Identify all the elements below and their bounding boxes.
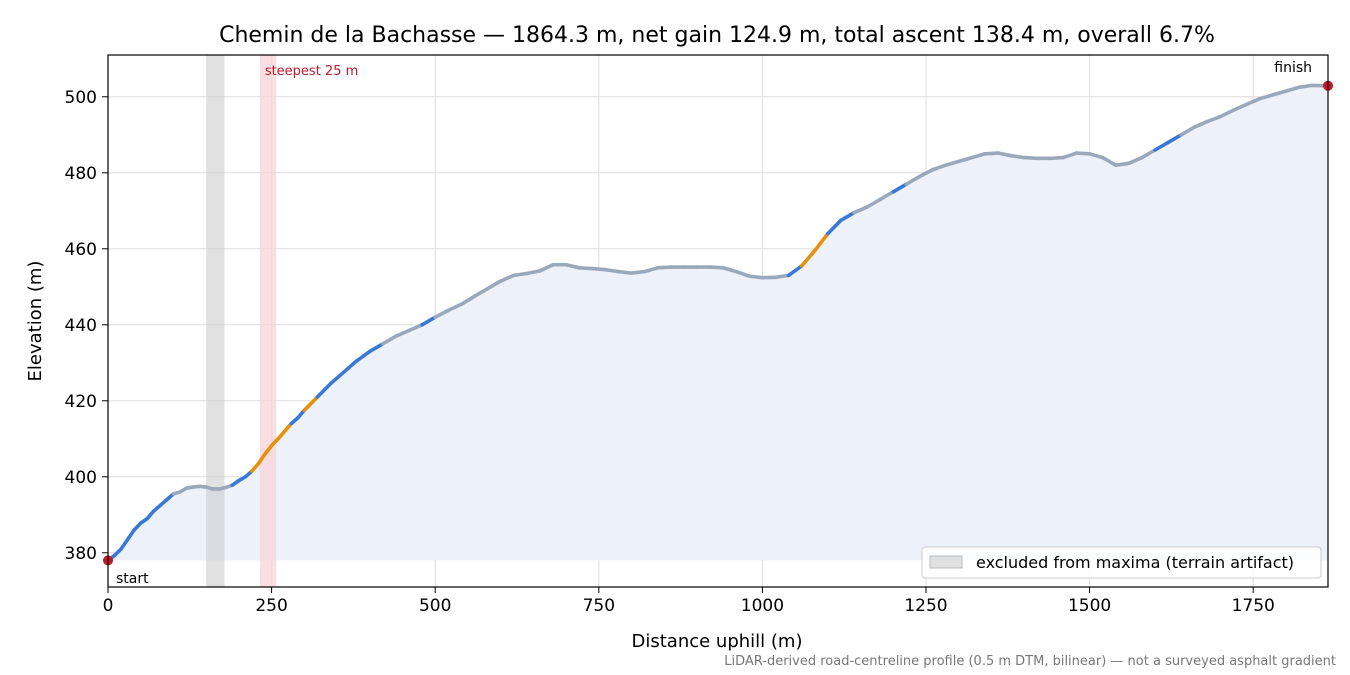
footnote: LiDAR-derived road-centreline profile (0… [724, 654, 1336, 669]
excluded-band [206, 55, 225, 587]
y-tick-label: 420 [65, 392, 97, 412]
x-tick-label: 1000 [741, 596, 784, 616]
y-tick-label: 400 [65, 468, 97, 488]
y-tick-label: 480 [65, 164, 97, 184]
x-tick-label: 1500 [1068, 596, 1111, 616]
profile-segment [616, 269, 634, 275]
profile-segment [773, 273, 791, 280]
profile-segment [983, 151, 1000, 156]
x-tick-label: 250 [255, 596, 287, 616]
plot-area: steepest 25 m start finish [103, 55, 1333, 587]
y-axis-label: Elevation (m) [25, 261, 46, 382]
steepest-band-label: steepest 25 m [265, 64, 358, 79]
x-tick-label: 500 [419, 596, 451, 616]
finish-label: finish [1274, 60, 1312, 76]
profile-segment [629, 269, 647, 275]
x-tick-label: 1750 [1232, 596, 1275, 616]
profile-segment [1113, 161, 1131, 167]
start-label: start [116, 571, 149, 587]
profile-segment [655, 265, 673, 270]
profile-segment [577, 265, 595, 271]
profile-segment [708, 265, 725, 270]
x-axis-ticks: 0 250 500 750 1000 1250 1500 1750 [103, 587, 1275, 616]
y-tick-label: 440 [65, 316, 97, 336]
profile-segment [511, 271, 529, 278]
profile-segment [1022, 155, 1040, 161]
profile-segment [590, 266, 608, 272]
y-tick-label: 380 [65, 544, 97, 564]
profile-segment [1297, 83, 1314, 90]
legend: excluded from maxima (terrain artifact) [921, 546, 1322, 579]
x-tick-label: 750 [583, 596, 615, 616]
profile-segment [1009, 153, 1026, 160]
elevation-profile-chart: Chemin de la Bachasse — 1864.3 m, net ga… [25, 23, 1336, 669]
profile-segment [747, 274, 765, 280]
profile-segment [1074, 151, 1092, 156]
y-axis-ticks: 380 400 420 440 460 480 500 [65, 88, 108, 564]
steepest-band [259, 55, 277, 587]
y-tick-label: 460 [65, 240, 97, 260]
x-tick-label: 0 [103, 596, 114, 616]
x-axis-label: Distance uphill (m) [632, 631, 803, 652]
legend-swatch-excluded [929, 555, 963, 569]
y-tick-label: 500 [65, 88, 97, 108]
chart-title: Chemin de la Bachasse — 1864.3 m, net ga… [219, 23, 1215, 48]
profile-segment [603, 267, 621, 274]
legend-label-excluded: excluded from maxima (terrain artifact) [976, 553, 1294, 572]
profile-segment [1048, 155, 1066, 161]
x-tick-label: 1250 [904, 596, 947, 616]
